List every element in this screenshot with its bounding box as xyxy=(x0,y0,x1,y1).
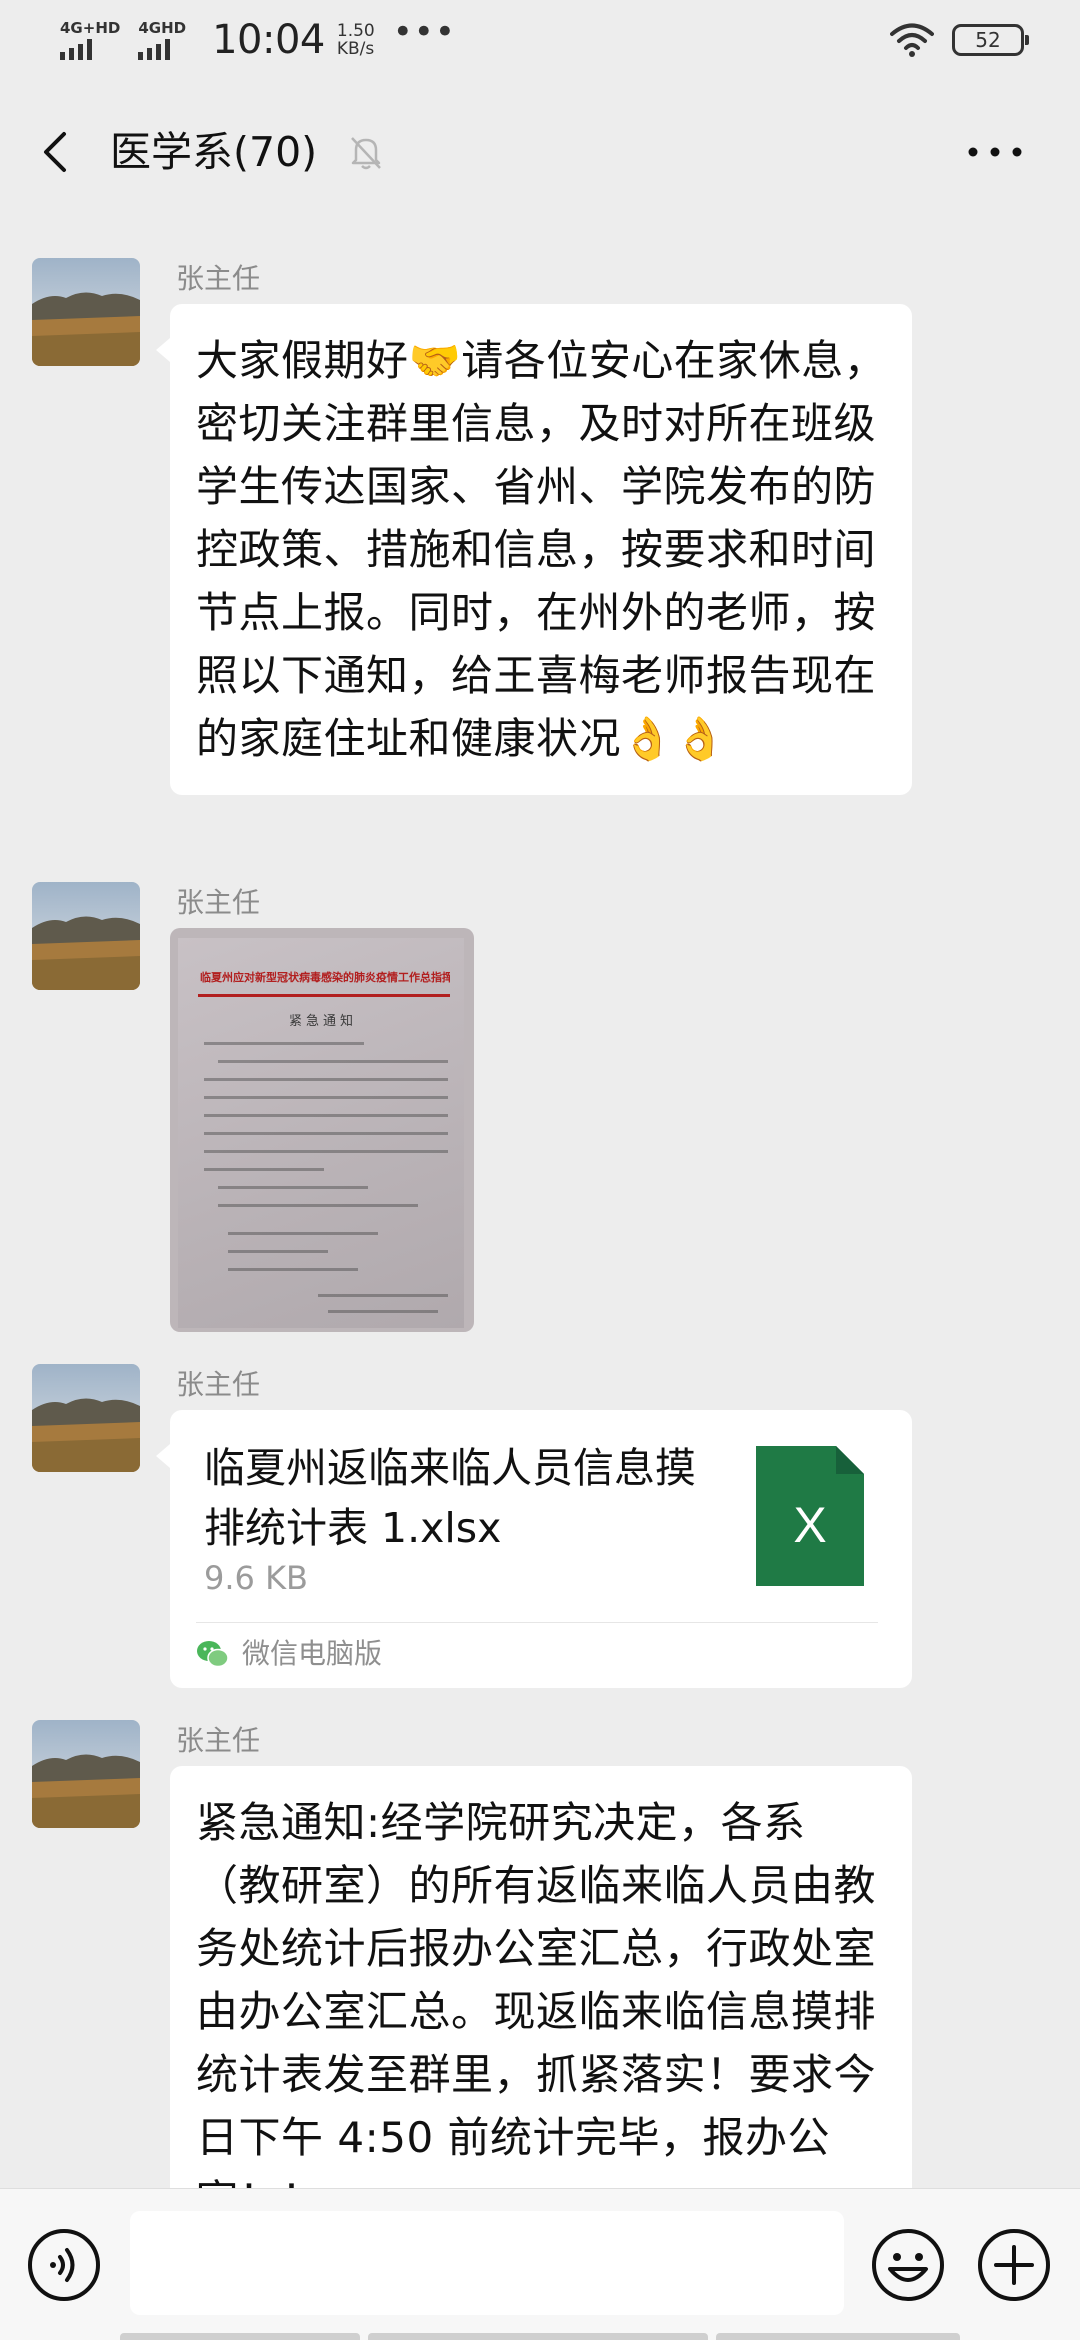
document-title: 临夏州应对新型冠状病毒感染的肺炎疫情工作总指挥部办公室 xyxy=(200,971,450,984)
document-text-line xyxy=(218,1204,418,1207)
wifi-icon xyxy=(890,23,934,57)
document-text-line xyxy=(204,1168,324,1171)
document-text-line xyxy=(218,1186,368,1189)
sender-avatar[interactable] xyxy=(32,258,140,366)
document-red-rule xyxy=(198,994,450,997)
document-text-line xyxy=(204,1132,448,1135)
sim1-label: 4G+HD xyxy=(60,19,121,37)
document-text-line xyxy=(228,1268,358,1271)
battery-indicator: 52 xyxy=(952,24,1029,56)
sender-avatar[interactable] xyxy=(32,1720,140,1828)
system-nav-hint xyxy=(120,2333,960,2340)
document-text-line xyxy=(204,1096,448,1099)
message-input[interactable] xyxy=(130,2211,844,2315)
chat-input-bar xyxy=(0,2188,1080,2340)
sender-name: 张主任 xyxy=(176,1724,261,1757)
chat-title: 医学系(70) xyxy=(110,128,318,176)
wechat-icon xyxy=(197,1641,229,1668)
network-speed-value: 1.50 xyxy=(336,21,375,41)
document-text-line xyxy=(204,1042,364,1045)
plus-icon[interactable] xyxy=(976,2227,1052,2303)
sender-name: 张主任 xyxy=(176,886,261,919)
message-text: 大家假期好🤝请各位安心在家休息，密切关注群里信息，及时对所在班级学生传达国家、省… xyxy=(196,336,887,763)
signal-bars-icon xyxy=(138,38,171,60)
chat-header: 医学系(70) xyxy=(0,92,1080,212)
sender-avatar[interactable] xyxy=(32,882,140,990)
message-text: 紧急通知:经学院研究决定，各系（教研室）的所有返临来临人员由教务处统计后报办公室… xyxy=(196,1798,877,2188)
message-bubble[interactable]: 大家假期好🤝请各位安心在家休息，密切关注群里信息，及时对所在班级学生传达国家、省… xyxy=(156,304,912,795)
network-speed: 1.50 KB/s xyxy=(337,22,375,58)
file-size: 9.6 KB xyxy=(204,1559,308,1597)
sim1-signal: 4G+HD xyxy=(60,20,120,60)
document-text-line xyxy=(204,1150,448,1153)
voice-icon[interactable] xyxy=(26,2227,102,2303)
document-heading: 紧急通知 xyxy=(288,1014,357,1029)
network-speed-unit: KB/s xyxy=(336,39,375,59)
sender-name: 张主任 xyxy=(176,1368,261,1401)
status-bar: 4G+HD 4GHD 10:04 1.50 KB/s ••• 52 xyxy=(0,0,1080,80)
file-source-label: 微信电脑版 xyxy=(242,1637,383,1670)
sim2-label: 4GHD xyxy=(138,19,187,37)
mute-bell-icon xyxy=(351,137,381,170)
document-text-line xyxy=(204,1078,448,1081)
document-text-line xyxy=(218,1060,448,1063)
file-message-card[interactable]: 临夏州返临来临人员信息摸排统计表 1.xlsx 9.6 KB X 微信电脑版 xyxy=(156,1410,912,1688)
sender-avatar[interactable] xyxy=(32,1364,140,1472)
clock: 10:04 xyxy=(212,17,325,63)
sender-name: 张主任 xyxy=(176,262,261,295)
file-name: 临夏州返临来临人员信息摸排统计表 1.xlsx xyxy=(204,1444,696,1552)
document-text-line xyxy=(328,1310,438,1313)
file-source: 微信电脑版 xyxy=(196,1636,382,1672)
document-text-line xyxy=(228,1232,378,1235)
document-text-line xyxy=(318,1294,448,1297)
excel-icon: X xyxy=(756,1446,864,1586)
sim2-signal: 4GHD xyxy=(138,20,186,60)
status-more-icon: ••• xyxy=(392,12,456,52)
more-options-icon[interactable] xyxy=(960,122,1030,182)
back-icon[interactable] xyxy=(30,120,90,184)
file-card-divider xyxy=(196,1622,878,1623)
image-message[interactable]: 临夏州应对新型冠状病毒感染的肺炎疫情工作总指挥部办公室 紧急通知 xyxy=(170,928,474,1332)
emoji-icon[interactable] xyxy=(870,2227,946,2303)
document-text-line xyxy=(204,1114,448,1117)
excel-icon-letter: X xyxy=(793,1497,826,1553)
message-bubble[interactable]: 紧急通知:经学院研究决定，各系（教研室）的所有返临来临人员由教务处统计后报办公室… xyxy=(170,1766,912,2188)
notice-document-photo: 临夏州应对新型冠状病毒感染的肺炎疫情工作总指挥部办公室 紧急通知 xyxy=(178,938,464,1328)
document-text-line xyxy=(228,1250,328,1253)
signal-bars-icon xyxy=(60,38,92,60)
